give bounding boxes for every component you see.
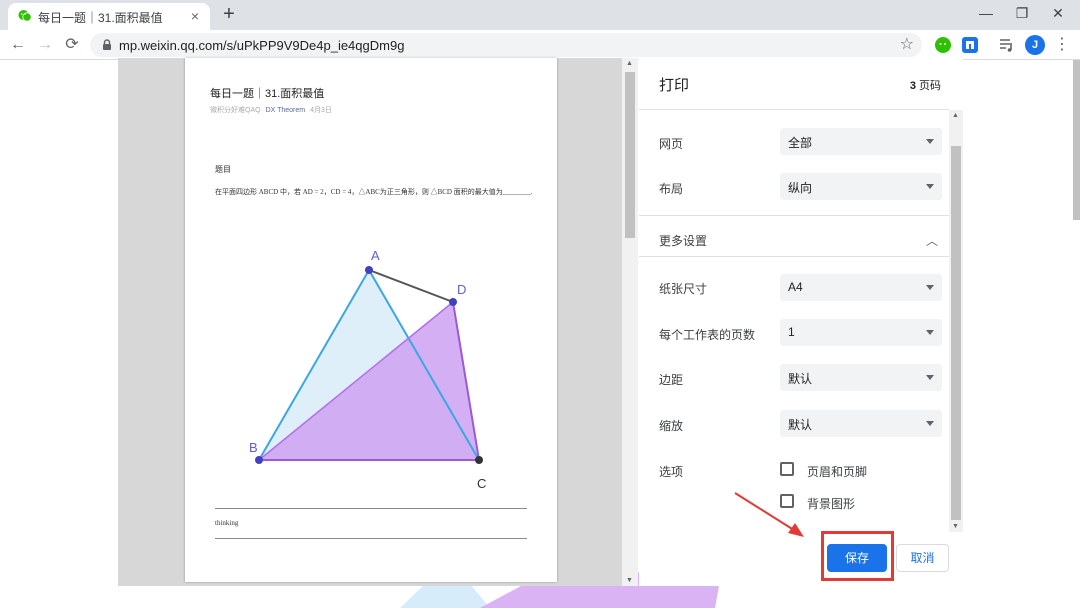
layout-select-value: 纵向 (788, 181, 813, 195)
scroll-down-icon[interactable]: ▼ (952, 523, 959, 530)
chevron-down-icon (926, 375, 934, 380)
thinking-label: thinking (215, 519, 239, 527)
print-settings-panel: 打印 3 页码 网页 全部 布局 纵向 更多设置 ︿ 纸张尺寸 A4 每个工作表… (639, 58, 963, 586)
tab-strip: 每日一题｜31.面积最值 × + — ❐ ✕ (0, 0, 1080, 30)
page-count: 3 页码 (910, 77, 941, 93)
question-heading: 题目 (215, 165, 231, 174)
vertex-b (255, 456, 263, 464)
vertex-c (475, 456, 483, 464)
back-button[interactable]: ← (7, 34, 29, 56)
paper-size-select[interactable]: A4 (780, 274, 942, 301)
media-icon[interactable] (998, 36, 1016, 54)
save-button-highlight-box (821, 531, 894, 581)
page-count-unit: 页码 (919, 80, 941, 92)
profile-avatar[interactable]: J (1025, 35, 1045, 55)
chevron-down-icon (926, 184, 934, 189)
chevron-down-icon (926, 330, 934, 335)
divider-line (215, 508, 527, 509)
preview-article-title: 每日一题｜31.面积最值 (210, 88, 325, 100)
more-settings-toggle[interactable]: 更多设置 (659, 232, 707, 249)
pages-select-value: 全部 (788, 136, 813, 150)
scroll-thumb[interactable] (625, 72, 635, 238)
section-divider (639, 215, 949, 216)
chevron-down-icon (926, 421, 934, 426)
lock-icon (103, 39, 111, 50)
new-tab-button[interactable]: + (218, 4, 240, 26)
chevron-down-icon (926, 285, 934, 290)
tab-close-icon[interactable]: × (186, 7, 204, 25)
chevron-up-icon[interactable]: ︿ (926, 232, 938, 249)
browser-toolbar: ← → ⟳ mp.weixin.qq.com/s/uPkPP9V9De4p_ie… (0, 30, 1080, 60)
margins-label: 边距 (659, 373, 684, 387)
scale-value: 默认 (788, 418, 813, 432)
address-bar[interactable]: mp.weixin.qq.com/s/uPkPP9V9De4p_ie4qgDm9… (90, 33, 922, 57)
print-panel-header: 打印 3 页码 (639, 58, 949, 110)
preview-page: 每日一题｜31.面积最值 微积分好难QAQ DX Theorem 4月3日 题目 在… (185, 58, 557, 582)
background-graphics-label[interactable]: 背景图形 (807, 495, 855, 512)
page-scrollbar[interactable] (1073, 60, 1080, 220)
bookmark-star-icon[interactable]: ☆ (900, 34, 914, 54)
margins-value: 默认 (788, 372, 813, 386)
pages-label: 网页 (659, 137, 684, 151)
label-d: D (457, 282, 466, 297)
geometry-figure: A D B C (249, 248, 486, 491)
pages-per-sheet-value: 1 (788, 325, 795, 339)
vertex-d (449, 298, 457, 306)
browser-tab[interactable]: 每日一题｜31.面积最值 × (8, 3, 210, 30)
section-divider (639, 256, 949, 257)
url-text[interactable]: mp.weixin.qq.com/s/uPkPP9V9De4p_ie4qgDm9… (119, 38, 404, 53)
print-title: 打印 (659, 77, 690, 94)
divider-line (215, 538, 527, 539)
restore-button[interactable]: ❐ (1004, 3, 1040, 25)
scroll-up-icon[interactable]: ▲ (952, 112, 959, 119)
forward-button[interactable]: → (34, 34, 56, 56)
page-count-number: 3 (909, 80, 916, 92)
paper-size-value: A4 (788, 280, 803, 294)
reload-button[interactable]: ⟳ (61, 34, 83, 56)
headers-footers-label[interactable]: 页眉和页脚 (807, 463, 867, 480)
background-graphics-checkbox[interactable] (780, 494, 794, 508)
label-b: B (249, 440, 258, 455)
paper-size-label: 纸张尺寸 (659, 282, 708, 296)
preview-scrollbar[interactable]: ▲ ▼ (622, 58, 638, 586)
cancel-button[interactable]: 取消 (896, 544, 949, 572)
headers-footers-checkbox[interactable] (780, 462, 794, 476)
meta-author: 微积分好难QAQ (210, 107, 261, 114)
reader-ext-icon[interactable] (961, 36, 979, 54)
meta-account: DX Theorem (265, 107, 306, 114)
page-content: 每日一题｜31.面积最值 微积分好难QAQ DX Theorem 4月3日 题目 在… (0, 58, 1080, 608)
question-text: 在平面四边形 ABCD 中，若 AD = 2，CD = 4，△ABC为正三角形，… (215, 188, 533, 196)
preview-article-meta: 微积分好难QAQ DX Theorem 4月3日 (210, 105, 332, 115)
pages-select[interactable]: 全部 (780, 128, 942, 155)
wechat-ext-icon[interactable] (934, 36, 952, 54)
scale-select[interactable]: 默认 (780, 410, 942, 437)
scale-label: 缩放 (659, 419, 684, 433)
label-a: A (371, 248, 380, 263)
pages-per-sheet-select[interactable]: 1 (780, 319, 942, 346)
close-window-button[interactable]: ✕ (1040, 3, 1076, 25)
margins-select[interactable]: 默认 (780, 364, 942, 391)
chevron-down-icon (926, 139, 934, 144)
options-label: 选项 (659, 465, 684, 479)
settings-scrollbar[interactable]: ▲ ▼ (949, 110, 963, 532)
browser-menu-icon[interactable]: ⋮ (1054, 35, 1070, 55)
scroll-up-icon[interactable]: ▲ (626, 60, 633, 67)
minimize-button[interactable]: — (968, 3, 1004, 25)
label-c: C (477, 476, 486, 491)
layout-label: 布局 (659, 182, 684, 196)
tab-title: 每日一题｜31.面积最值 (38, 11, 163, 25)
scroll-thumb[interactable] (951, 146, 961, 520)
layout-select[interactable]: 纵向 (780, 173, 942, 200)
vertex-a (365, 266, 373, 274)
pages-per-sheet-label: 每个工作表的页数 (659, 328, 756, 342)
wechat-icon (18, 10, 32, 22)
scroll-down-icon[interactable]: ▼ (626, 577, 633, 584)
meta-date: 4月3日 (310, 107, 332, 114)
